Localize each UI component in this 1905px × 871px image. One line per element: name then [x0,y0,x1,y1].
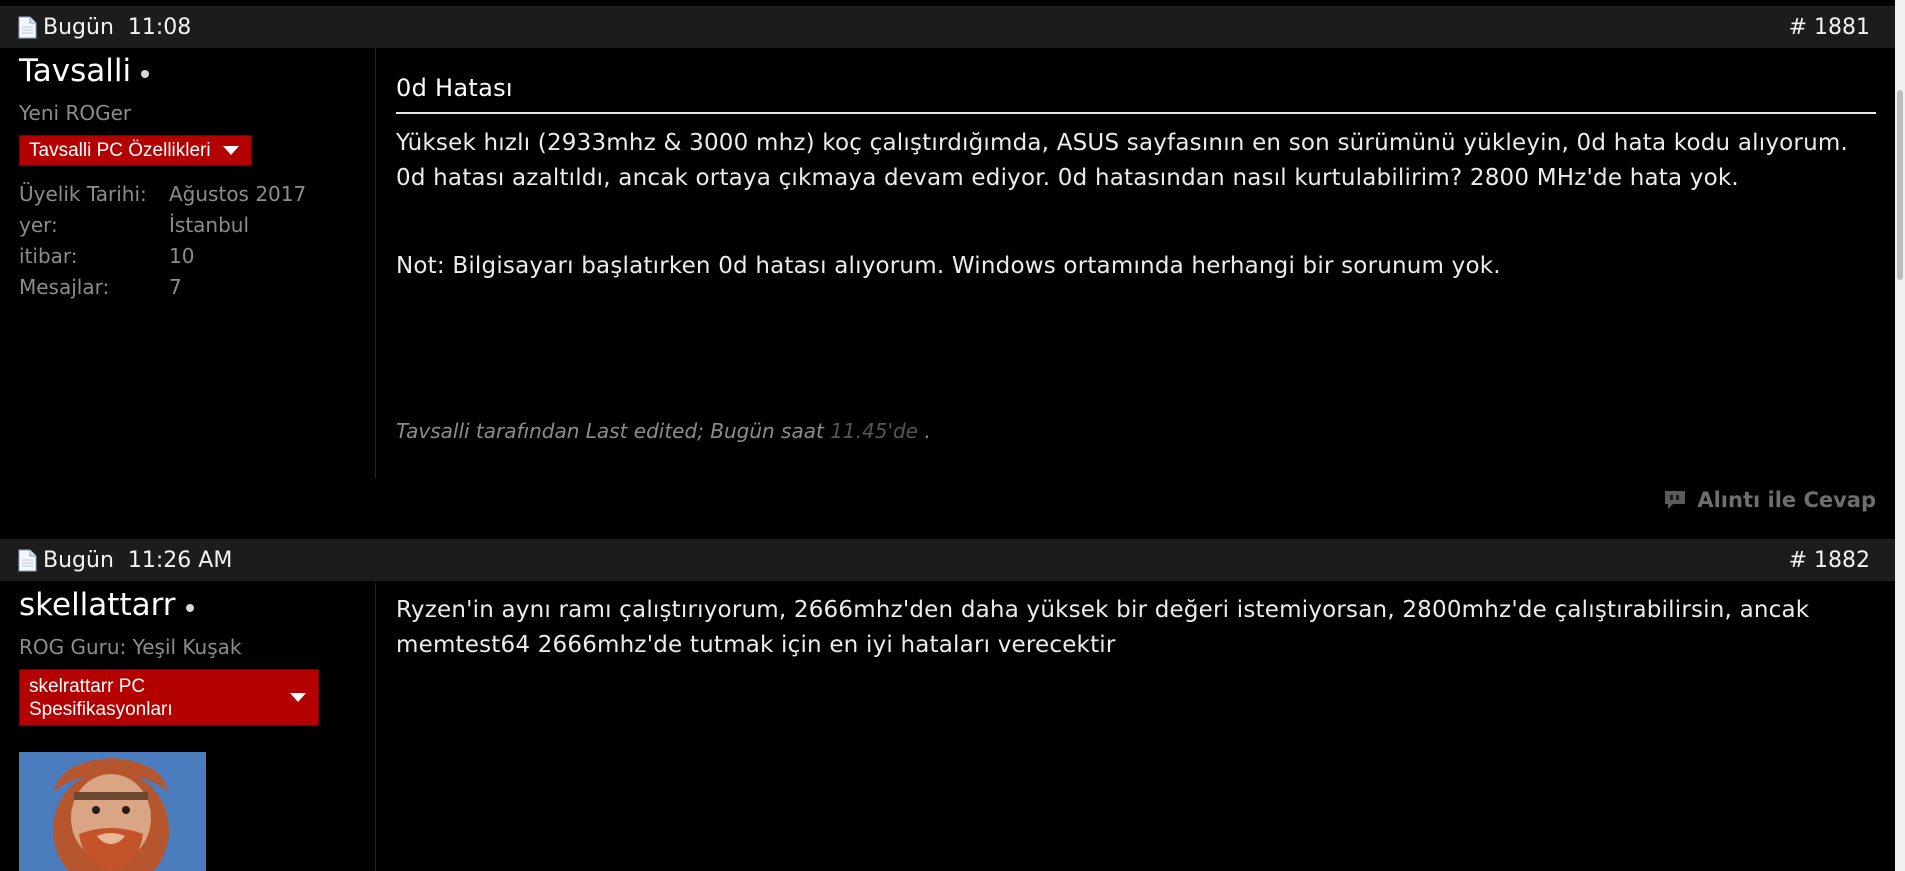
stat-row-reputation: itibar: 10 [19,241,374,272]
post-number-link[interactable]: # 1882 [1789,548,1870,573]
pc-specs-dropdown-button[interactable]: Tavsalli PC Özellikleri [19,135,252,166]
post-body-line: 0d hatası azaltıldı, ancak ortaya çıkmay… [396,165,1739,191]
user-rank-title: ROG Guru: Yeşil Kuşak [19,635,242,659]
stat-row-messages: Mesajlar: 7 [19,272,374,303]
post-header-1881: Bugün 11:08 # 1881 [0,6,1895,48]
stat-label: Üyelik Tarihi: [19,182,147,206]
reply-with-quote-label: Alıntı ile Cevap [1697,488,1876,512]
edited-prefix: Tavsalli tarafından Last edited; Bugün s… [396,419,824,443]
stat-row-join-date: Üyelik Tarihi: Ağustos 2017 [19,179,374,210]
post-time: 11:08 [127,14,192,40]
page-scrollbar[interactable] [1895,0,1905,871]
column-divider [375,583,376,871]
stat-value: İstanbul [169,213,250,237]
stat-row-location: yer: İstanbul [19,210,374,241]
quote-icon [1665,491,1686,509]
stat-label: itibar: [19,244,78,268]
post-title: 0d Hatası [396,74,1876,114]
pc-specs-label: Tavsalli PC Özellikleri [29,139,211,161]
stat-value: 7 [169,275,182,299]
post-time: 11:26 AM [127,547,233,573]
avatar-image [19,752,206,871]
column-divider [375,48,376,478]
user-rank-title: Yeni ROGer [19,101,132,125]
scrollbar-thumb[interactable] [1897,90,1903,280]
stat-value: 10 [169,244,195,268]
pc-specs-dropdown-button[interactable]: skelrattarr PC Spesifikasyonları [19,669,319,726]
document-icon [18,549,37,571]
online-status-icon [141,70,150,78]
post-body-line: Yüksek hızlı (2933mhz & 3000 mhz) koç ça… [396,130,1848,156]
edited-time: 11.45'de [830,419,918,443]
edited-suffix: . [924,419,931,443]
last-edited-note: Tavsalli tarafından Last edited; Bugün s… [396,419,1876,443]
username-link[interactable]: skellattarr [19,587,176,623]
dropdown-arrow-icon [290,693,306,702]
document-icon [18,16,37,38]
post-date: Bugün 11:08 [18,15,1789,40]
reply-with-quote-button[interactable]: Alıntı ile Cevap [1663,488,1876,512]
stat-label: yer: [19,213,58,237]
username-link[interactable]: Tavsalli [19,53,131,89]
post-number-link[interactable]: # 1881 [1789,15,1870,40]
post-body-line: Ryzen'in aynı ramı çalıştırıyorum, 2666m… [396,597,1810,623]
post-author-panel: Tavsalli Yeni ROGer Tavsalli PC Özellikl… [19,53,374,303]
post-author-panel: skellattarr ROG Guru: Yeşil Kuşak skelra… [19,587,374,726]
pc-specs-label: skelrattarr PC [29,675,146,697]
online-status-icon [185,604,194,612]
dropdown-arrow-icon [222,146,239,155]
post-date-label: Bugün [43,14,114,40]
post-note: Not: Bilgisayarı başlatırken 0d hatası a… [396,253,1501,279]
user-stats: Üyelik Tarihi: Ağustos 2017 yer: İstanbu… [19,179,374,303]
pc-specs-label: Spesifikasyonları [29,698,173,720]
stat-label: Mesajlar: [19,275,110,299]
avatar [19,752,206,871]
stat-value: Ağustos 2017 [169,182,307,206]
post-header-1882: Bugün 11:26 AM # 1882 [0,539,1895,581]
post-body-line: memtest64 2666mhz'de tutmak için en iyi … [396,632,1116,658]
post-date: Bugün 11:26 AM [18,548,1789,573]
post-content-1881: 0d Hatası Yüksek hızlı (2933mhz & 3000 m… [396,74,1876,443]
post-content-1882: Ryzen'in aynı ramı çalıştırıyorum, 2666m… [396,593,1876,663]
post-date-label: Bugün [43,547,114,573]
